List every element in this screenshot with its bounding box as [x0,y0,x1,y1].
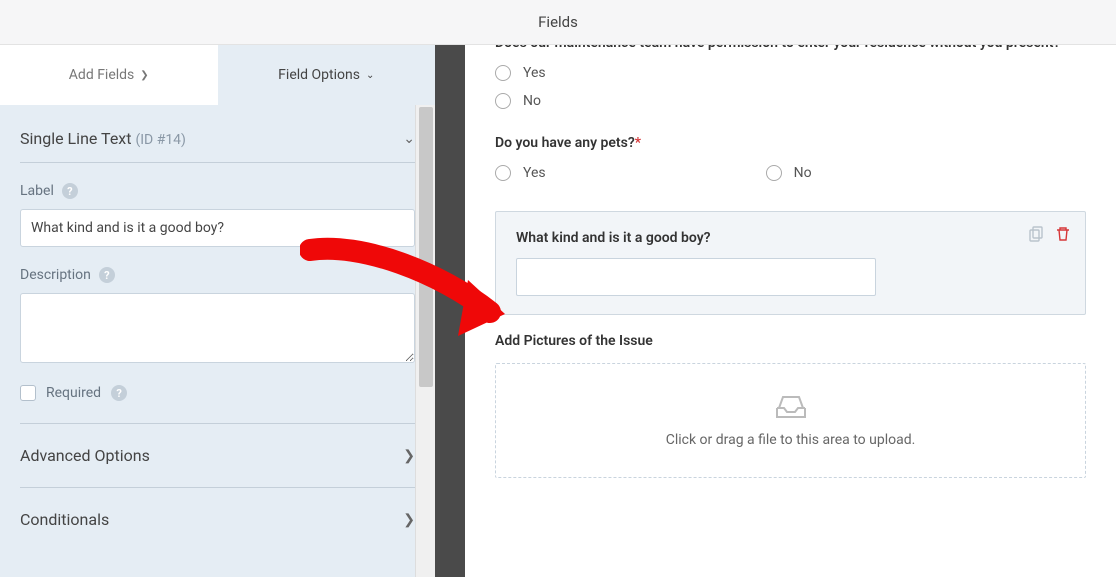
selected-field-input[interactable] [516,258,876,296]
label-option-row: Label ? [20,183,415,199]
tab-field-options[interactable]: Field Options ⌄ [218,45,436,105]
required-row: Required ? [20,367,415,424]
required-checkbox[interactable] [20,385,36,401]
inbox-icon [774,394,808,420]
chevron-down-icon: ⌄ [403,131,415,147]
section-conditionals[interactable]: Conditionals ❯ [20,488,415,551]
chevron-right-icon: ❯ [403,512,415,528]
tab-add-fields[interactable]: Add Fields ❯ [0,45,218,105]
question-permission: Does our maintenance team have permissio… [495,45,1086,109]
question-permission-label: Does our maintenance team have permissio… [495,45,1086,51]
radio-columns: Yes No [495,165,1086,193]
radio-option-yes[interactable]: Yes [495,165,546,181]
label-input[interactable] [20,209,415,247]
description-textarea[interactable] [20,293,415,363]
selected-field-preview[interactable]: What kind and is it a good boy? [495,211,1086,315]
radio-icon [766,165,782,181]
radio-icon [495,165,511,181]
sidebar-scrollbar[interactable] [415,105,435,577]
form-preview: Does our maintenance team have permissio… [465,45,1116,577]
required-star-icon: * [635,135,641,151]
section-advanced-label: Advanced Options [20,446,150,465]
question-pets: Do you have any pets?* Yes No [495,135,1086,193]
radio-option-yes[interactable]: Yes [495,65,1086,81]
radio-option-no[interactable]: No [766,165,812,181]
scrollbar-thumb[interactable] [419,107,433,387]
help-icon[interactable]: ? [99,267,115,283]
question-upload-label: Add Pictures of the Issue [495,333,1086,349]
field-options-panel: Single Line Text (ID #14) ⌄ Label ? Desc… [0,105,435,551]
question-upload: Add Pictures of the Issue Click or drag … [495,333,1086,478]
help-icon[interactable]: ? [62,183,78,199]
required-label: Required [46,385,101,401]
description-option-text: Description [20,267,91,283]
trash-icon[interactable] [1055,226,1071,242]
file-upload-area[interactable]: Click or drag a file to this area to upl… [495,363,1086,478]
description-option-row: Description ? [20,267,415,283]
radio-icon [495,65,511,81]
section-advanced-options[interactable]: Advanced Options ❯ [20,424,415,488]
sidebar: Add Fields ❯ Field Options ⌄ Single Line… [0,45,435,577]
radio-option-no[interactable]: No [495,93,1086,109]
header-title: Fields [538,13,578,31]
main-layout: Add Fields ❯ Field Options ⌄ Single Line… [0,45,1116,577]
page-header: Fields [0,0,1116,45]
field-type-label: Single Line Text [20,129,131,148]
upload-hint: Click or drag a file to this area to upl… [666,432,916,448]
help-icon[interactable]: ? [111,385,127,401]
field-actions [1029,226,1071,242]
required-star-icon: * [1060,45,1066,51]
field-header[interactable]: Single Line Text (ID #14) ⌄ [20,105,415,163]
chevron-right-icon: ❯ [140,70,148,81]
field-id-label: (ID #14) [135,132,186,148]
question-pets-label: Do you have any pets?* [495,135,1086,151]
chevron-down-icon: ⌄ [366,70,374,81]
selected-field-label: What kind and is it a good boy? [516,230,1065,246]
radio-icon [495,93,511,109]
tab-field-options-label: Field Options [278,67,360,83]
section-conditionals-label: Conditionals [20,510,109,529]
chevron-right-icon: ❯ [403,448,415,464]
preview-gutter [435,45,465,577]
duplicate-icon[interactable] [1029,226,1045,242]
sidebar-tabs: Add Fields ❯ Field Options ⌄ [0,45,435,105]
tab-add-fields-label: Add Fields [69,67,135,83]
label-option-text: Label [20,183,54,199]
